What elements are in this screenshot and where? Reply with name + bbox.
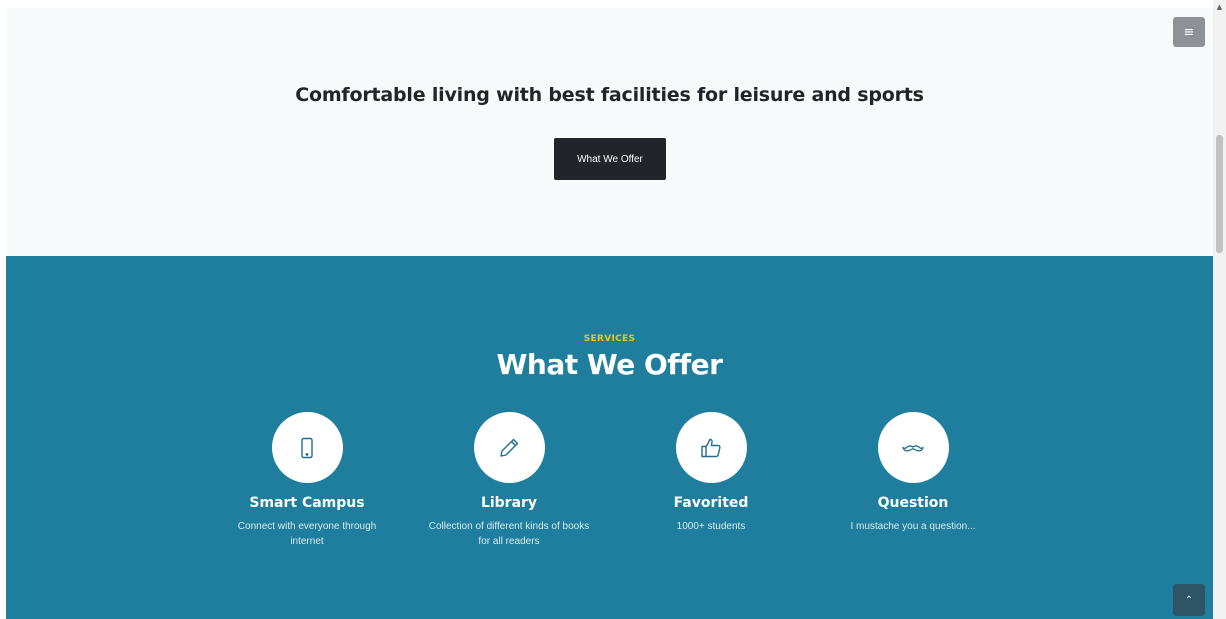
service-icon-circle [271,412,343,483]
thumbs-up-icon [701,438,721,457]
service-icon-circle [473,412,545,483]
service-item-favorited: Favorited 1000+ students [621,412,801,534]
service-name: Question [877,495,949,511]
services-section: SERVICES What We Offer Smart Campus Conn… [6,256,1213,619]
service-item-question: Question I mustache you a question... [823,412,1003,534]
service-desc: I mustache you a question... [850,521,976,532]
mobile-phone-icon [301,437,313,458]
page-scrollbar[interactable]: ▲ [1213,0,1226,619]
hero-section: Comfortable living with best facilities … [6,8,1213,256]
service-icon-circle [877,412,949,483]
service-name: Library [480,495,538,511]
pencil-icon [500,438,519,457]
service-name: Smart Campus [249,495,365,511]
scrollbar-thumb[interactable] [1216,135,1223,253]
service-item-smart-campus: Smart Campus Connect with everyone throu… [217,412,397,549]
menu-icon: ≡ [1183,24,1195,40]
menu-toggle-button[interactable]: ≡ [1173,17,1205,47]
services-title: What We Offer [496,348,723,381]
chevron-up-icon: ⌃ [1184,594,1194,606]
back-to-top-button[interactable]: ⌃ [1173,584,1205,616]
service-icon-circle [675,412,747,483]
services-kicker: SERVICES [583,334,636,344]
service-desc: Collection of different kinds of books f… [428,521,590,547]
service-item-library: Library Collection of different kinds of… [419,412,599,549]
what-we-offer-button[interactable]: What We Offer [554,138,666,180]
scroll-up-arrow-icon[interactable]: ▲ [1213,2,1226,12]
page-viewport: Comfortable living with best facilities … [6,8,1213,619]
service-desc: 1000+ students [676,521,746,532]
service-desc: Connect with everyone through internet [237,521,377,547]
service-name: Favorited [673,495,749,511]
mustache-icon [902,444,924,451]
hero-title: Comfortable living with best facilities … [295,84,924,106]
